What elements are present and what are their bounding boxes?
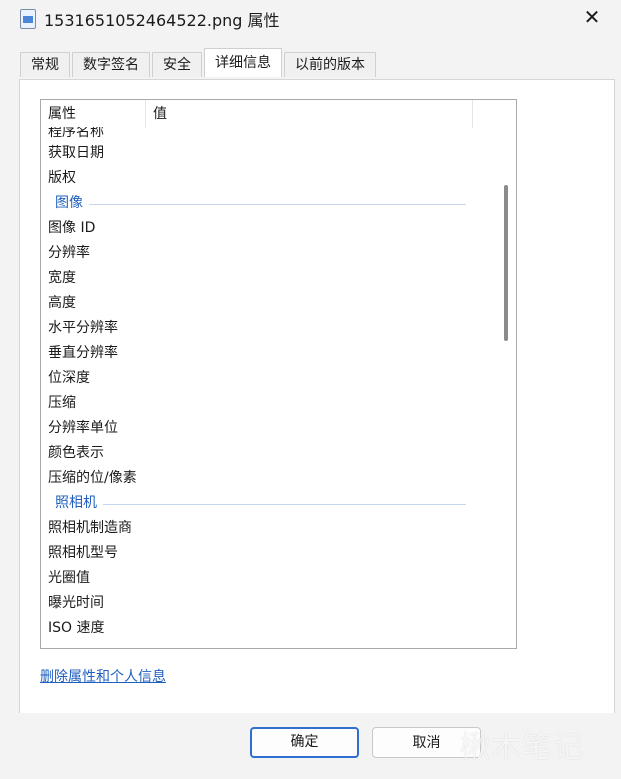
list-item[interactable]: 高度 xyxy=(41,291,496,316)
list-item[interactable]: 分辨率单位 xyxy=(41,416,496,441)
group-label: 照相机 xyxy=(55,491,103,516)
remove-properties-link[interactable]: 删除属性和个人信息 xyxy=(40,666,166,686)
properties-window: 1531651052464522.png 属性 ✕ 常规 数字签名 安全 详细信… xyxy=(0,0,621,779)
list-item[interactable]: 图像 ID xyxy=(41,216,496,241)
property-list[interactable]: 属性 值 程序名称 获取日期 版权 图像 图像 ID 分辨率 宽度 高度 水平分辨率 垂直分辨率位… xyxy=(40,99,517,649)
list-item[interactable]: 版权 xyxy=(41,166,496,191)
tab-digital-signatures[interactable]: 数字签名 xyxy=(72,52,150,77)
list-rows: 程序名称 获取日期 版权 图像 图像 ID 分辨率 宽度 高度 水平分辨率 垂直分辨率 位深度 压缩分… xyxy=(41,127,496,648)
image-file-icon xyxy=(20,9,36,29)
list-item[interactable]: 压缩 xyxy=(41,391,496,416)
group-header: 图像 xyxy=(41,191,496,216)
list-item[interactable]: 水平分辨率 xyxy=(41,316,496,341)
list-item[interactable]: 照相机制造商 xyxy=(41,516,496,541)
header-property[interactable]: 属性 xyxy=(41,100,146,128)
list-item[interactable]: 颜色表示 xyxy=(41,441,496,466)
group-divider xyxy=(55,504,466,505)
watermark-text: 楸木笔记 xyxy=(460,730,584,765)
list-item[interactable]: 获取日期 xyxy=(41,141,496,166)
list-item[interactable]: 宽度 xyxy=(41,266,496,291)
header-spacer xyxy=(473,100,516,128)
tab-details[interactable]: 详细信息 xyxy=(204,48,282,77)
list-item[interactable]: 照相机型号 xyxy=(41,541,496,566)
list-item[interactable]: 曝光时间 xyxy=(41,591,496,616)
vertical-scrollbar[interactable] xyxy=(504,185,508,341)
list-header: 属性 值 xyxy=(41,100,516,128)
ok-button[interactable]: 确定 xyxy=(250,727,359,758)
list-item[interactable]: 压缩的位/像素 xyxy=(41,466,496,491)
tab-security[interactable]: 安全 xyxy=(152,52,202,77)
list-item[interactable]: ISO 速度 xyxy=(41,616,496,641)
list-item[interactable]: 位深度 xyxy=(41,366,496,391)
group-label: 图像 xyxy=(55,191,89,216)
tab-strip: 常规 数字签名 安全 详细信息 以前的版本 xyxy=(20,48,378,78)
header-value[interactable]: 值 xyxy=(146,100,473,128)
close-icon[interactable]: ✕ xyxy=(581,6,603,28)
group-divider xyxy=(55,204,466,205)
list-item[interactable]: 垂直分辨率 xyxy=(41,341,496,366)
tab-previous-versions[interactable]: 以前的版本 xyxy=(284,52,376,77)
list-item[interactable]: 光圈值 xyxy=(41,566,496,591)
group-header: 照相机 xyxy=(41,491,496,516)
tab-general[interactable]: 常规 xyxy=(20,52,70,77)
window-title: 1531651052464522.png 属性 xyxy=(44,11,280,30)
list-item[interactable]: 分辨率 xyxy=(41,241,496,266)
title-bar: 1531651052464522.png 属性 ✕ xyxy=(0,0,621,38)
